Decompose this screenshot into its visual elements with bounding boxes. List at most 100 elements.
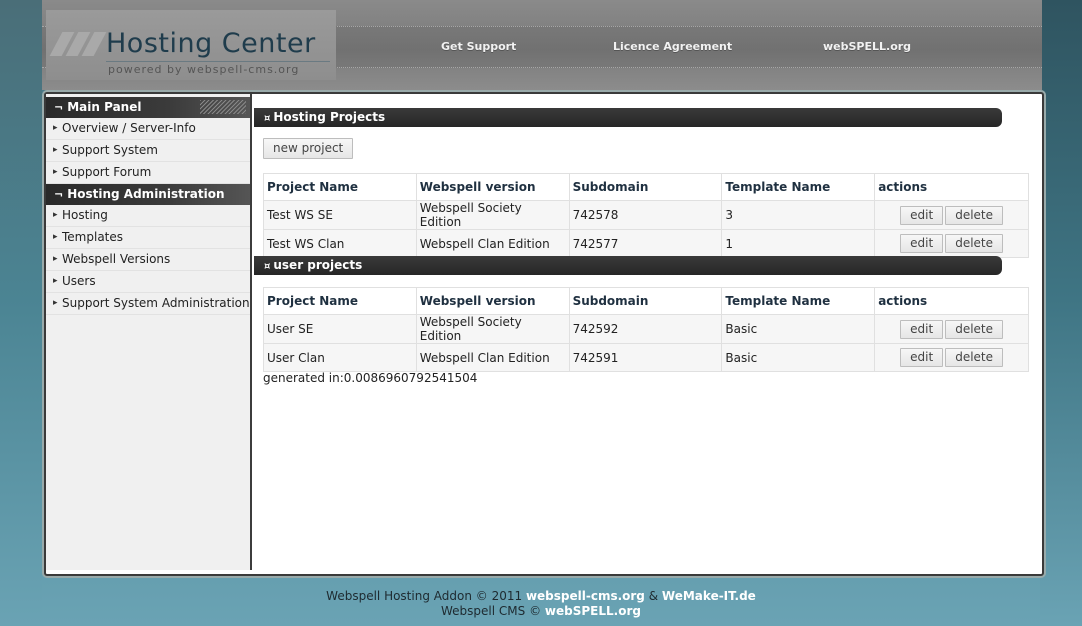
main-frame: ¬ Main Panel ▸ Overview / Server-Info ▸ Sup… [44,92,1044,576]
table-row: User Clan Webspell Clan Edition 742591 B… [263,343,1029,372]
corner-arrow-icon: ¬ [54,188,64,201]
section-title-user-projects: ¤ user projects [254,256,1002,275]
footer-link-webspell-org[interactable]: webSPELL.org [545,604,641,618]
cell-actions: edit delete [874,200,1029,230]
logo[interactable]: Hosting Center powered by webspell-cms.o… [46,10,336,80]
sidebar-item-label: Hosting [62,208,108,222]
bullet-icon: ▸ [53,232,58,242]
bullet-icon: ▸ [53,145,58,155]
column-header: Template Name [721,287,876,315]
sidebar-item-support-system[interactable]: ▸ Support System [46,140,250,162]
table-header-row: Project Name Webspell version Subdomain … [263,173,1029,201]
section-title-hosting-projects: ¤ Hosting Projects [254,108,1002,127]
generation-time: generated in:0.0086960792541504 [263,371,478,385]
sidebar-head-main-panel: ¬ Main Panel [46,97,250,118]
cell-subdomain: 742591 [568,343,723,372]
sidebar-item-label: Support System Administration [62,296,250,310]
sidebar-item-support-forum[interactable]: ▸ Support Forum [46,162,250,184]
site-footer: Webspell Hosting Addon © 2011 webspell-c… [0,589,1082,619]
sidebar-item-label: Webspell Versions [62,252,171,266]
section-title-label: Hosting Projects [273,110,386,124]
cell-actions: edit delete [874,229,1029,258]
sidebar-item-webspell-versions[interactable]: ▸ Webspell Versions [46,249,250,271]
sidebar-item-users[interactable]: ▸ Users [46,271,250,293]
footer-link-webspell-cms[interactable]: webspell-cms.org [526,589,645,603]
sidebar-item-hosting[interactable]: ▸ Hosting [46,205,250,227]
edit-button[interactable]: edit [900,319,944,339]
section-title-label: user projects [273,258,363,272]
section-mark-icon: ¤ [264,113,271,124]
sidebar-item-overview[interactable]: ▸ Overview / Server-Info [46,118,250,140]
table-header-row: Project Name Webspell version Subdomain … [263,287,1029,315]
sidebar-item-label: Support System [62,143,158,157]
footer-ampersand: & [648,589,659,603]
cell-actions: edit delete [874,314,1029,344]
delete-button[interactable]: delete [945,234,1004,253]
background-right-edge [1040,0,1082,626]
sidebar-item-label: Users [62,274,96,288]
cell-project-name: Test WS SE [263,200,417,230]
cell-template-name: Basic [721,314,876,344]
footer-cms-copyright: Webspell CMS © [441,604,542,618]
cell-project-name: User Clan [263,343,417,372]
column-header: Project Name [263,287,417,315]
delete-button[interactable]: delete [945,205,1004,225]
edit-button[interactable]: edit [900,234,944,253]
column-header: Subdomain [568,173,723,201]
cell-subdomain: 742592 [568,314,723,344]
cell-webspell-version: Webspell Clan Edition [415,343,570,372]
delete-button[interactable]: delete [945,348,1004,367]
nav-get-support[interactable]: Get Support [441,40,516,53]
column-header: actions [874,173,1029,201]
edit-button[interactable]: edit [900,205,944,225]
cell-template-name: 1 [721,229,876,258]
logo-subtitle: powered by webspell-cms.org [108,63,300,76]
hatch-decoration [200,100,246,114]
table-row: Test WS Clan Webspell Clan Edition 74257… [263,229,1029,258]
background-left-edge [0,0,42,626]
edit-button[interactable]: edit [900,348,944,367]
nav-licence-agreement[interactable]: Licence Agreement [613,40,732,53]
footer-link-wemake-it[interactable]: WeMake-IT.de [662,589,756,603]
section-mark-icon: ¤ [264,261,271,272]
column-header: Template Name [721,173,876,201]
new-project-button[interactable]: new project [263,138,354,159]
sidebar-item-templates[interactable]: ▸ Templates [46,227,250,249]
sidebar-item-label: Overview / Server-Info [62,121,196,135]
cell-project-name: Test WS Clan [263,229,417,258]
sidebar-head-hosting-admin: ¬ Hosting Administration [46,184,250,205]
footer-copyright: Webspell Hosting Addon © 2011 [326,589,523,603]
site-header: Hosting Center powered by webspell-cms.o… [42,0,1042,90]
cell-template-name: Basic [721,343,876,372]
nav-webspell-org[interactable]: webSPELL.org [823,40,911,53]
sidebar-head-label: Main Panel [67,100,142,114]
logo-divider [106,61,330,62]
bullet-icon: ▸ [53,123,58,133]
cell-actions: edit delete [874,343,1029,372]
column-header: Webspell version [415,173,570,201]
content-area: ¤ Hosting Projects new project Project Na… [252,94,1040,570]
delete-button[interactable]: delete [945,319,1004,339]
column-header: Subdomain [568,287,723,315]
logo-title: Hosting Center [106,28,316,59]
bullet-icon: ▸ [53,298,58,308]
bullet-icon: ▸ [53,210,58,220]
sidebar-item-support-admin[interactable]: ▸ Support System Administration [46,293,250,315]
column-header: Webspell version [415,287,570,315]
cell-webspell-version: Webspell Society Edition [415,200,570,230]
cell-webspell-version: Webspell Clan Edition [415,229,570,258]
column-header: actions [874,287,1029,315]
corner-arrow-icon: ¬ [54,101,64,114]
user-projects-table: Project Name Webspell version Subdomain … [263,287,1029,372]
sidebar-head-label: Hosting Administration [67,187,225,201]
bullet-icon: ▸ [53,167,58,177]
cell-project-name: User SE [263,314,417,344]
footer-line-2: Webspell CMS © webSPELL.org [0,604,1082,619]
table-row: User SE Webspell Society Edition 742592 … [263,314,1029,344]
cell-subdomain: 742577 [568,229,723,258]
column-header: Project Name [263,173,417,201]
cell-subdomain: 742578 [568,200,723,230]
hosting-projects-table: Project Name Webspell version Subdomain … [263,173,1029,258]
cell-webspell-version: Webspell Society Edition [415,314,570,344]
bullet-icon: ▸ [53,276,58,286]
